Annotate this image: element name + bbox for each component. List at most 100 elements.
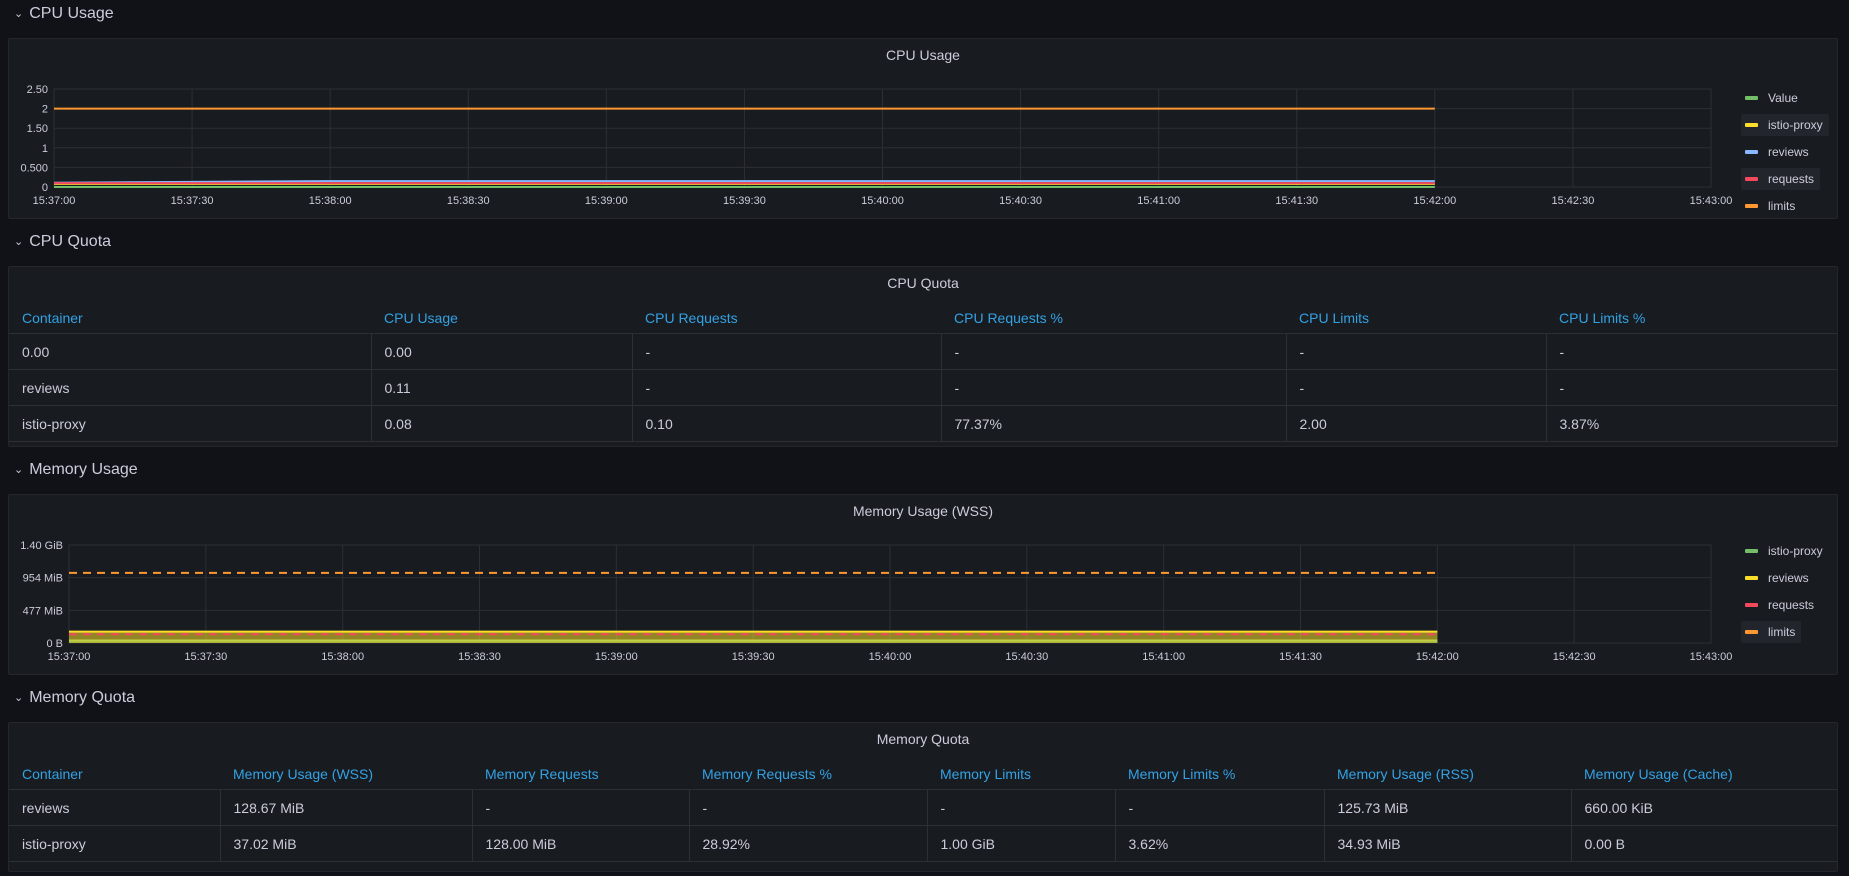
x-tick-label: 15:37:00	[48, 651, 91, 663]
column-header[interactable]: Container	[9, 303, 371, 334]
panel-cpu-usage: CPU Usage 0 0.500 1 1.50 2 2.50 15:37:00 15:37:…	[8, 38, 1838, 219]
legend-label: istio-proxy	[1768, 544, 1823, 558]
table-cell: -	[472, 789, 690, 826]
column-header[interactable]: Memory Usage (Cache)	[1571, 759, 1837, 790]
table-cell: 125.73 MiB	[1324, 789, 1572, 826]
legend-swatch	[1745, 630, 1758, 634]
row-header-memory-usage[interactable]: ⌄ Memory Usage	[0, 456, 138, 484]
x-tick-label: 15:37:30	[171, 195, 214, 207]
x-tick-label: 15:39:30	[732, 651, 775, 663]
row-header-memory-quota[interactable]: ⌄ Memory Quota	[0, 684, 135, 712]
column-header[interactable]: CPU Requests %	[941, 303, 1286, 334]
table-cell: 0.10	[632, 405, 942, 442]
column-header[interactable]: Memory Requests %	[689, 759, 927, 790]
row-title: Memory Usage	[29, 461, 138, 478]
table-cell: 37.02 MiB	[220, 825, 473, 862]
column-header[interactable]: Memory Limits %	[1115, 759, 1324, 790]
table-cell: 128.67 MiB	[220, 789, 473, 826]
x-tick-label: 15:40:00	[869, 651, 912, 663]
panel-title[interactable]: CPU Quota	[9, 275, 1837, 291]
table-cell: -	[689, 789, 928, 826]
chevron-down-icon: ⌄	[14, 7, 24, 20]
table-row: reviews 0.11- - - -	[9, 369, 1837, 406]
memory-usage-chart[interactable]: 0 B 477 MiB 954 MiB 1.40 GiB 15:37:00 15:37:3…	[9, 495, 1739, 676]
cpu-usage-chart[interactable]: 0 0.500 1 1.50 2 2.50 15:37:00 15:37:30 15:38:00…	[9, 39, 1739, 220]
panel-title[interactable]: Memory Quota	[9, 731, 1837, 747]
column-header[interactable]: Memory Usage (WSS)	[220, 759, 472, 790]
legend-swatch	[1745, 576, 1758, 580]
column-header[interactable]: Memory Limits	[927, 759, 1115, 790]
column-header[interactable]: CPU Limits %	[1546, 303, 1837, 334]
table-row: reviews 128.67 MiB - - - -125.73 MiB 660.00 Ki…	[9, 789, 1837, 826]
legend-label: reviews	[1768, 145, 1809, 159]
table-cell: -	[1546, 369, 1837, 406]
table-cell: 660.00 KiB	[1571, 789, 1837, 826]
legend-item-istio-proxy[interactable]: istio-proxy	[1741, 540, 1829, 562]
y-tick-label: 1	[42, 143, 48, 155]
column-header[interactable]: Memory Requests	[472, 759, 689, 790]
x-tick-label: 15:41:30	[1275, 195, 1318, 207]
x-tick-label: 15:42:00	[1413, 195, 1456, 207]
column-header[interactable]: Container	[9, 759, 220, 790]
legend-item-Value[interactable]: Value	[1741, 87, 1804, 109]
legend-label: reviews	[1768, 571, 1809, 585]
memory-quota-table: Container Memory Usage (WSS) Memory Reques…	[9, 759, 1837, 862]
y-tick-label: 2.50	[27, 84, 48, 96]
column-header[interactable]: CPU Limits	[1286, 303, 1546, 334]
legend-swatch	[1745, 204, 1758, 208]
x-tick-label: 15:38:30	[458, 651, 501, 663]
legend-item-limits[interactable]: limits	[1741, 195, 1801, 217]
y-tick-label: 0.500	[20, 162, 48, 174]
y-tick-label: 0	[42, 182, 48, 194]
x-tick-label: 15:43:00	[1690, 651, 1733, 663]
table-cell: 0.11	[371, 369, 633, 406]
legend-item-reviews[interactable]: reviews	[1741, 141, 1815, 163]
table-cell: 3.87%	[1546, 405, 1837, 442]
legend-item-requests[interactable]: requests	[1741, 594, 1820, 616]
legend-swatch	[1745, 177, 1758, 181]
panel-memory-quota: Memory Quota Container Memory Usage (WSS)…	[8, 722, 1838, 872]
table-cell: -	[941, 333, 1287, 370]
table-cell: -	[632, 369, 942, 406]
y-tick-label: 0 B	[46, 638, 63, 650]
grid	[68, 544, 1712, 644]
table-cell: 3.62%	[1115, 825, 1325, 862]
x-tick-label: 15:40:30	[1005, 651, 1048, 663]
panel-cpu-quota: CPU Quota Container CPU Usage CPU Requests…	[8, 266, 1838, 447]
legend-label: requests	[1768, 598, 1815, 612]
row-title: CPU Usage	[29, 5, 114, 22]
legend-item-limits[interactable]: limits	[1741, 621, 1802, 643]
column-header[interactable]: CPU Usage	[371, 303, 632, 334]
panel-memory-usage: Memory Usage (WSS) 0 B 477 MiB 954 MiB 1.40…	[8, 494, 1838, 675]
table-cell: -	[632, 333, 942, 370]
row-title: CPU Quota	[29, 233, 112, 250]
column-header[interactable]: Memory Usage (RSS)	[1324, 759, 1571, 790]
table-cell: -	[1286, 369, 1547, 406]
cpu-quota-table: Container CPU Usage CPU Requests CPU Reques…	[9, 303, 1837, 442]
row-title: Memory Quota	[29, 689, 136, 706]
row-header-cpu-quota[interactable]: ⌄ CPU Quota	[0, 228, 111, 256]
table-row: istio-proxy 0.08 0.10 77.37% 2.00 3.87%	[9, 405, 1837, 442]
table-cell: -	[1286, 333, 1547, 370]
legend-item-reviews[interactable]: reviews	[1741, 567, 1815, 589]
table-cell: 0.08	[371, 405, 633, 442]
x-tick-label: 15:40:30	[999, 195, 1042, 207]
chevron-down-icon: ⌄	[14, 235, 24, 248]
row-header-cpu-usage[interactable]: ⌄ CPU Usage	[0, 0, 114, 28]
legend-label: limits	[1768, 199, 1796, 213]
legend-item-requests[interactable]: requests	[1741, 168, 1821, 190]
table-cell: 1.00 GiB	[927, 825, 1116, 862]
column-header[interactable]: CPU Requests	[632, 303, 941, 334]
x-tick-label: 15:39:00	[585, 195, 628, 207]
legend-item-istio-proxy[interactable]: istio-proxy	[1741, 114, 1829, 136]
legend-label: istio-proxy	[1768, 118, 1823, 132]
table-cell: 128.00 MiB	[472, 825, 690, 862]
table-cell: reviews	[9, 369, 372, 406]
table-cell: 34.93 MiB	[1324, 825, 1572, 862]
chevron-down-icon: ⌄	[14, 691, 24, 704]
table-cell: 0.00 B	[1571, 825, 1837, 862]
legend-label: requests	[1768, 172, 1815, 186]
table-cell: 28.92%	[689, 825, 928, 862]
x-tick-label: 15:42:30	[1552, 195, 1595, 207]
legend-swatch	[1745, 603, 1758, 607]
